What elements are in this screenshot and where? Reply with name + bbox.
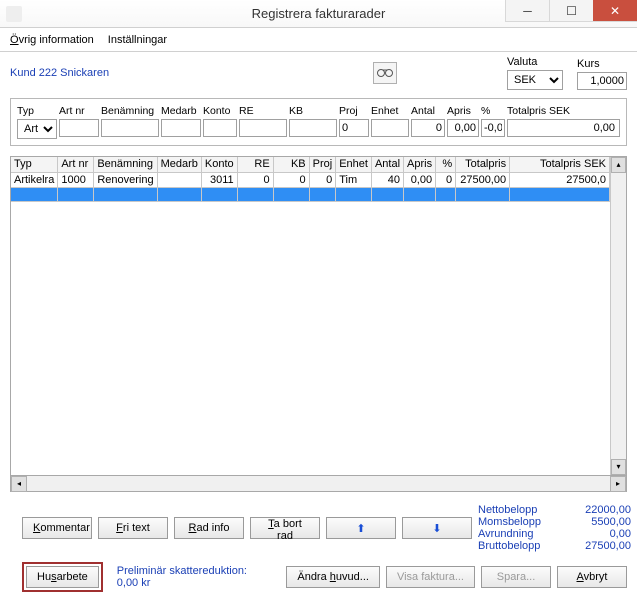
moms-value: 5500,00 bbox=[571, 516, 631, 528]
avbryt-button[interactable]: Avbryt bbox=[557, 566, 627, 588]
entry-pct[interactable] bbox=[481, 119, 505, 137]
entry-konto[interactable] bbox=[203, 119, 237, 137]
titlebar: Registrera fakturarader ─ ☐ ✕ bbox=[0, 0, 637, 28]
app-icon bbox=[6, 6, 22, 22]
hdr-totalpris: Totalpris SEK bbox=[507, 105, 620, 117]
maximize-button[interactable]: ☐ bbox=[549, 0, 593, 22]
entry-proj[interactable] bbox=[339, 119, 369, 137]
hdr-pct: % bbox=[481, 105, 505, 117]
kurs-input[interactable] bbox=[577, 72, 627, 90]
tabortrad-button[interactable]: Ta bort rad bbox=[250, 517, 320, 539]
scroll-left-icon[interactable]: ◂ bbox=[11, 476, 27, 492]
hdr-medarb: Medarb bbox=[161, 105, 201, 117]
hdr-konto: Konto bbox=[203, 105, 237, 117]
hdr-antal: Antal bbox=[411, 105, 445, 117]
scroll-right-icon[interactable]: ▸ bbox=[610, 476, 626, 492]
menu-ovrig[interactable]: Övrig informationdocument.currentScript.… bbox=[10, 34, 94, 46]
customer-label: Kund 222 Snickaren bbox=[10, 67, 109, 79]
hdr-re: RE bbox=[239, 105, 287, 117]
valuta-select[interactable]: SEK bbox=[507, 70, 563, 90]
grid-header-row: Typ Art nr Benämning Medarb Konto RE KB … bbox=[11, 157, 610, 172]
kurs-label: Kurs bbox=[577, 58, 627, 70]
entry-apris[interactable] bbox=[447, 119, 479, 137]
netto-label: Nettobelopp bbox=[478, 504, 541, 516]
move-up-button[interactable]: ⬆ bbox=[326, 517, 396, 539]
summary: Nettobelopp 22000,00 Momsbelopp 5500,00 … bbox=[478, 504, 631, 552]
netto-value: 22000,00 bbox=[571, 504, 631, 516]
entry-benamning[interactable] bbox=[101, 119, 159, 137]
table-row-selected[interactable] bbox=[11, 187, 610, 201]
menu-installningar[interactable]: Inställningar bbox=[108, 34, 167, 46]
avrund-label: Avrundning bbox=[478, 528, 541, 540]
minimize-button[interactable]: ─ bbox=[505, 0, 549, 22]
hdr-enhet: Enhet bbox=[371, 105, 409, 117]
valuta-label: Valuta bbox=[507, 56, 563, 68]
table-row[interactable]: Artikelra 1000 Renovering 3011 0 0 0 Tim… bbox=[11, 172, 610, 187]
entry-totalpris: 0,00 bbox=[507, 119, 620, 137]
vertical-scrollbar[interactable]: ▴ ▾ bbox=[610, 157, 626, 475]
spara-button[interactable]: Spara... bbox=[481, 566, 551, 588]
husarbete-button[interactable]: Husarbete bbox=[26, 566, 99, 588]
moms-label: Momsbelopp bbox=[478, 516, 541, 528]
entry-re[interactable] bbox=[239, 119, 287, 137]
radinfo-button[interactable]: Rad info bbox=[174, 517, 244, 539]
move-down-button[interactable]: ⬇ bbox=[402, 517, 472, 539]
menubar: Övrig informationdocument.currentScript.… bbox=[0, 28, 637, 52]
hdr-proj: Proj bbox=[339, 105, 369, 117]
entry-enhet[interactable] bbox=[371, 119, 409, 137]
brutto-value: 27500,00 bbox=[571, 540, 631, 552]
horizontal-scrollbar[interactable]: ◂ ▸ bbox=[10, 476, 627, 492]
brutto-label: Bruttobelopp bbox=[478, 540, 541, 552]
visa-faktura-button[interactable]: Visa faktura... bbox=[386, 566, 475, 588]
hdr-apris: Apris bbox=[447, 105, 479, 117]
close-button[interactable]: ✕ bbox=[593, 0, 637, 22]
prelim-reduction: Preliminär skattereduktion: 0,00 kr bbox=[117, 565, 247, 589]
hdr-typ: Typ bbox=[17, 105, 57, 117]
hdr-artnr: Art nr bbox=[59, 105, 99, 117]
entry-kb[interactable] bbox=[289, 119, 337, 137]
andra-huvud-button[interactable]: Ändra huvud... bbox=[286, 566, 380, 588]
hdr-benamning: Benämning bbox=[101, 105, 159, 117]
fritext-button[interactable]: Fri text bbox=[98, 517, 168, 539]
entry-artnr[interactable] bbox=[59, 119, 99, 137]
hdr-kb: KB bbox=[289, 105, 337, 117]
kommentar-button[interactable]: Kommentar bbox=[22, 517, 92, 539]
husarbete-highlight: Husarbete bbox=[22, 562, 103, 592]
entry-medarb[interactable] bbox=[161, 119, 201, 137]
avrund-value: 0,00 bbox=[571, 528, 631, 540]
entry-typ[interactable]: Arti bbox=[17, 119, 57, 139]
grid[interactable]: Typ Art nr Benämning Medarb Konto RE KB … bbox=[10, 156, 627, 476]
scroll-up-icon[interactable]: ▴ bbox=[611, 157, 626, 173]
entry-antal[interactable] bbox=[411, 119, 445, 137]
search-icon[interactable] bbox=[373, 62, 397, 84]
entry-panel: Typ Arti Art nr Benämning Medarb Konto R… bbox=[10, 98, 627, 146]
scroll-down-icon[interactable]: ▾ bbox=[611, 459, 626, 475]
